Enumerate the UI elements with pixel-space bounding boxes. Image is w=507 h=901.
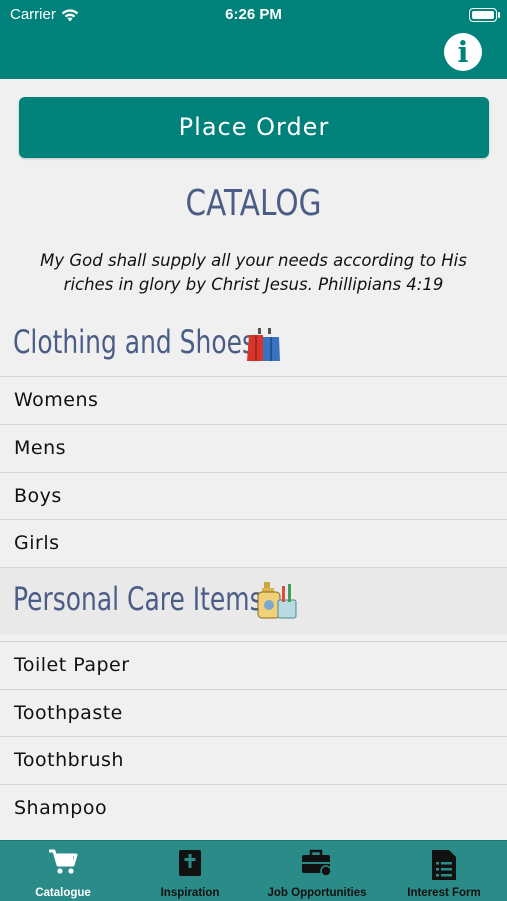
clothes-icon — [246, 325, 282, 367]
place-order-button[interactable]: Place Order — [19, 97, 489, 158]
tab-inspiration[interactable]: Inspiration — [127, 841, 253, 901]
list-item-label: Toothbrush — [14, 749, 124, 771]
list-item-mens[interactable]: Mens — [0, 424, 507, 472]
document-icon — [431, 849, 457, 885]
personal-care-icon — [256, 578, 300, 626]
bible-verse: My God shall supply all your needs accor… — [40, 251, 467, 294]
top-bar: Carrier 6:26 PM i — [0, 0, 507, 79]
section-title: Clothing and Shoes — [13, 323, 255, 361]
page-title: CATALOG — [185, 183, 322, 224]
tab-label: Job Opportunities — [267, 887, 367, 899]
list-item-label: Boys — [14, 485, 62, 507]
section-header-personal-care: Personal Care Items — [0, 567, 507, 634]
section-header-clothing: Clothing and Shoes — [0, 311, 507, 377]
list-item-label: Toilet Paper — [14, 654, 130, 676]
tab-label: Inspiration — [160, 887, 220, 899]
clock: 6:26 PM — [225, 6, 282, 23]
list-item-womens[interactable]: Womens — [0, 376, 507, 424]
list-item-label: Girls — [14, 532, 60, 554]
tab-label: Interest Form — [407, 887, 481, 899]
list-item-toothpaste[interactable]: Toothpaste — [0, 689, 507, 737]
list-item-girls[interactable]: Girls — [0, 519, 507, 567]
list-item-toothbrush[interactable]: Toothbrush — [0, 736, 507, 784]
tab-bar: Catalogue Inspiration Job Opportunities — [0, 840, 507, 901]
cart-icon — [48, 849, 78, 879]
battery-icon — [469, 8, 500, 22]
list-item-label: Mens — [14, 437, 67, 459]
list-item-toilet-paper[interactable]: Toilet Paper — [0, 641, 507, 689]
status-bar: Carrier 6:26 PM — [0, 4, 507, 26]
section-title: Personal Care Items — [13, 580, 263, 618]
tab-label: Catalogue — [35, 887, 91, 899]
tab-job-opportunities[interactable]: Job Opportunities — [254, 841, 380, 901]
list-item-shampoo[interactable]: Shampoo — [0, 784, 507, 841]
tab-catalogue[interactable]: Catalogue — [0, 841, 126, 901]
list-item-label: Toothpaste — [14, 702, 123, 724]
list-item-label: Shampoo — [14, 797, 108, 819]
tab-interest-form[interactable]: Interest Form — [381, 841, 507, 901]
info-icon: i — [457, 35, 469, 69]
list-item-boys[interactable]: Boys — [0, 472, 507, 520]
briefcase-icon — [301, 849, 333, 881]
info-button[interactable]: i — [444, 33, 482, 71]
list-item-label: Womens — [14, 389, 99, 411]
bible-icon — [178, 849, 202, 881]
